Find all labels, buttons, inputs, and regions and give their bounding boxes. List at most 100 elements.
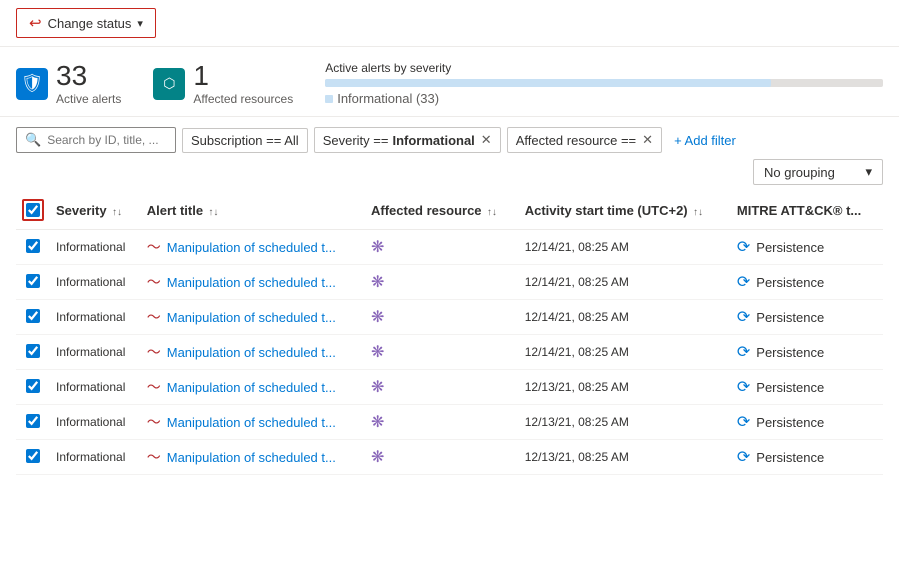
grouping-chevron-icon: ▾ (865, 164, 872, 180)
row-checkbox-cell (16, 300, 50, 335)
table-row: Informational 〜 Manipulation of schedule… (16, 405, 883, 440)
row-mitre: ⟳ Persistence (731, 370, 883, 405)
row-affected-resource: ❋ (365, 405, 519, 440)
row-mitre: ⟳ Persistence (731, 405, 883, 440)
active-alerts-info: 33 Active alerts (56, 62, 121, 106)
row-checkbox-cell (16, 440, 50, 475)
top-bar: ↩ Change status ▾ (0, 0, 899, 47)
row-checkbox-cell (16, 230, 50, 265)
alert-title-text[interactable]: Manipulation of scheduled t... (167, 415, 336, 430)
mitre-refresh-icon: ⟳ (737, 377, 750, 397)
alert-waveform-icon: 〜 (147, 237, 161, 257)
mitre-refresh-icon: ⟳ (737, 447, 750, 467)
header-checkbox-cell (16, 191, 50, 230)
change-status-button[interactable]: ↩ Change status ▾ (16, 8, 156, 38)
row-mitre: ⟳ Persistence (731, 440, 883, 475)
activity-start-sort-icon[interactable]: ↑↓ (693, 207, 703, 218)
grouping-label: No grouping (764, 165, 835, 180)
grouping-row: No grouping ▾ (0, 153, 899, 191)
row-affected-resource: ❋ (365, 265, 519, 300)
header-checkbox-wrapper (22, 199, 44, 221)
severity-chip-close-icon[interactable]: ✕ (481, 132, 492, 148)
alert-title-text[interactable]: Manipulation of scheduled t... (167, 275, 336, 290)
row-activity-start: 12/13/21, 08:25 AM (519, 370, 731, 405)
row-checkbox-1[interactable] (26, 274, 40, 288)
row-alert-title: 〜 Manipulation of scheduled t... (141, 370, 365, 405)
alert-title-text[interactable]: Manipulation of scheduled t... (167, 380, 336, 395)
alert-title-text[interactable]: Manipulation of scheduled t... (167, 450, 336, 465)
chart-legend-label: Informational (33) (337, 91, 439, 106)
row-severity: Informational (50, 370, 141, 405)
row-activity-start: 12/14/21, 08:25 AM (519, 300, 731, 335)
active-alerts-label: Active alerts (56, 92, 121, 106)
mitre-text: Persistence (756, 415, 824, 430)
alert-title-sort-icon[interactable]: ↑↓ (208, 207, 218, 218)
alert-title-text[interactable]: Manipulation of scheduled t... (167, 345, 336, 360)
row-checkbox-6[interactable] (26, 449, 40, 463)
severity-sort-icon[interactable]: ↑↓ (112, 207, 122, 218)
row-checkbox-cell (16, 335, 50, 370)
shield-icon: 🛡 (16, 68, 48, 100)
row-activity-start: 12/14/21, 08:25 AM (519, 335, 731, 370)
mitre-refresh-icon: ⟳ (737, 237, 750, 257)
row-activity-start: 12/14/21, 08:25 AM (519, 230, 731, 265)
col-alert-title: Alert title ↑↓ (141, 191, 365, 230)
resource-icon: ❋ (371, 414, 384, 431)
row-mitre: ⟳ Persistence (731, 230, 883, 265)
search-input[interactable] (47, 133, 167, 147)
affected-resource-chip-close-icon[interactable]: ✕ (642, 132, 653, 148)
row-checkbox-0[interactable] (26, 239, 40, 253)
mitre-text: Persistence (756, 275, 824, 290)
alert-waveform-icon: 〜 (147, 412, 161, 432)
affected-resource-filter-chip[interactable]: Affected resource == ✕ (507, 127, 662, 153)
summary-bar: 🛡 33 Active alerts ⬡ 1 Affected resource… (0, 47, 899, 117)
mitre-refresh-icon: ⟳ (737, 342, 750, 362)
table-row: Informational 〜 Manipulation of schedule… (16, 335, 883, 370)
subscription-filter-chip[interactable]: Subscription == All (182, 128, 308, 153)
resource-icon: ❋ (371, 309, 384, 326)
table-header-row: Severity ↑↓ Alert title ↑↓ Affected reso… (16, 191, 883, 230)
row-checkbox-cell (16, 405, 50, 440)
row-severity: Informational (50, 300, 141, 335)
affected-resource-chip-label: Affected resource == (516, 133, 636, 148)
row-checkbox-5[interactable] (26, 414, 40, 428)
severity-filter-chip[interactable]: Severity == Informational ✕ (314, 127, 501, 153)
row-checkbox-3[interactable] (26, 344, 40, 358)
table-row: Informational 〜 Manipulation of schedule… (16, 370, 883, 405)
chart-title: Active alerts by severity (325, 61, 883, 75)
row-affected-resource: ❋ (365, 300, 519, 335)
filters-row: 🔍 Subscription == All Severity == Inform… (0, 117, 899, 153)
resource-icon: ❋ (371, 449, 384, 466)
alert-waveform-icon: 〜 (147, 447, 161, 467)
resource-icon: ❋ (371, 379, 384, 396)
change-status-icon: ↩ (29, 14, 42, 32)
mitre-refresh-icon: ⟳ (737, 272, 750, 292)
add-filter-button[interactable]: + Add filter (668, 129, 742, 152)
alert-title-text[interactable]: Manipulation of scheduled t... (167, 310, 336, 325)
row-checkbox-2[interactable] (26, 309, 40, 323)
row-alert-title: 〜 Manipulation of scheduled t... (141, 300, 365, 335)
alert-title-text[interactable]: Manipulation of scheduled t... (167, 240, 336, 255)
row-checkbox-4[interactable] (26, 379, 40, 393)
row-mitre: ⟳ Persistence (731, 265, 883, 300)
mitre-text: Persistence (756, 345, 824, 360)
row-severity: Informational (50, 335, 141, 370)
add-filter-label: + Add filter (674, 133, 736, 148)
row-alert-title: 〜 Manipulation of scheduled t... (141, 230, 365, 265)
table-row: Informational 〜 Manipulation of schedule… (16, 300, 883, 335)
resource-icon: ❋ (371, 239, 384, 256)
severity-bar-track (325, 79, 883, 87)
severity-chip-prefix: Severity == (323, 133, 389, 148)
mitre-text: Persistence (756, 310, 824, 325)
search-box[interactable]: 🔍 (16, 127, 176, 153)
affected-resources-info: 1 Affected resources (193, 62, 293, 106)
grouping-select[interactable]: No grouping ▾ (753, 159, 883, 185)
row-severity: Informational (50, 440, 141, 475)
select-all-checkbox[interactable] (26, 203, 40, 217)
row-alert-title: 〜 Manipulation of scheduled t... (141, 440, 365, 475)
affected-resource-sort-icon[interactable]: ↑↓ (487, 207, 497, 218)
col-affected-resource: Affected resource ↑↓ (365, 191, 519, 230)
row-affected-resource: ❋ (365, 440, 519, 475)
row-activity-start: 12/13/21, 08:25 AM (519, 440, 731, 475)
row-checkbox-cell (16, 370, 50, 405)
